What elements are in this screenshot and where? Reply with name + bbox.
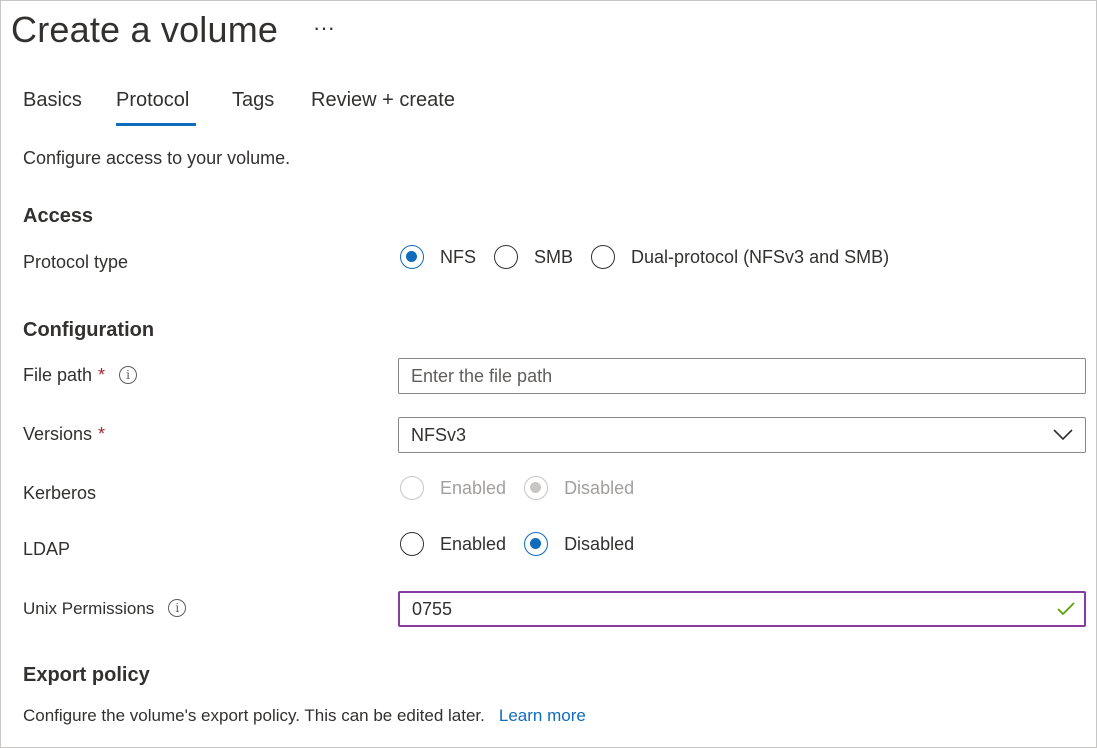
ldap-disabled-radio[interactable]	[524, 532, 549, 556]
create-volume-panel: Create a volume ··· Basics Protocol Tags…	[0, 0, 1097, 748]
tab-tags[interactable]: Tags	[232, 89, 274, 112]
kerberos-label: Kerberos	[23, 483, 97, 503]
file-path-placeholder: Enter the file path	[411, 366, 553, 386]
more-options-button[interactable]: ···	[313, 15, 335, 41]
kerberos-disabled-radio	[524, 476, 549, 500]
page-title: Create a volume	[11, 9, 279, 50]
versions-label-row: Versions *	[23, 424, 105, 445]
file-path-label: File path	[23, 365, 93, 385]
versions-value: NFSv3	[411, 425, 467, 445]
versions-label: Versions	[23, 424, 93, 444]
protocol-nfs-radio[interactable]	[400, 245, 424, 269]
configuration-heading: Configuration	[23, 319, 155, 341]
tab-protocol[interactable]: Protocol	[116, 89, 189, 112]
file-path-input[interactable]: Enter the file path	[398, 358, 1086, 394]
export-policy-description: Configure the volume's export policy. Th…	[23, 706, 485, 725]
ldap-disabled-label: Disabled	[564, 533, 635, 554]
kerberos-enabled-option: Enabled	[400, 476, 506, 500]
tab-basics[interactable]: Basics	[23, 89, 82, 112]
versions-select[interactable]: NFSv3	[398, 417, 1086, 453]
protocol-type-label: Protocol type	[23, 252, 129, 272]
protocol-smb-label: SMB	[534, 246, 574, 267]
required-mark: *	[98, 424, 106, 444]
ldap-label: LDAP	[23, 539, 71, 559]
protocol-nfs-option[interactable]: NFS	[400, 245, 476, 269]
protocol-smb-option[interactable]: SMB	[494, 245, 573, 269]
intro-text: Configure access to your volume.	[23, 148, 291, 168]
access-heading: Access	[23, 205, 94, 227]
unix-permissions-label: Unix Permissions	[23, 599, 155, 618]
kerberos-enabled-radio	[400, 476, 424, 500]
protocol-dual-label: Dual-protocol (NFSv3 and SMB)	[631, 246, 890, 267]
kerberos-disabled-option: Disabled	[524, 476, 634, 500]
ldap-radio-group: Enabled Disabled	[400, 532, 652, 556]
ldap-disabled-option[interactable]: Disabled	[524, 532, 634, 556]
checkmark-icon	[1057, 602, 1075, 616]
ldap-enabled-label: Enabled	[440, 533, 507, 554]
protocol-smb-radio[interactable]	[494, 245, 518, 269]
file-path-label-row: File path * i	[23, 365, 138, 386]
info-icon[interactable]: i	[168, 599, 187, 617]
export-policy-text-row: Configure the volume's export policy. Th…	[23, 706, 586, 726]
protocol-type-radio-group: NFS SMB Dual-protocol (NFSv3 and SMB)	[400, 245, 907, 269]
kerberos-disabled-label: Disabled	[564, 477, 635, 498]
kerberos-enabled-label: Enabled	[440, 477, 507, 498]
export-policy-heading: Export policy	[23, 664, 150, 686]
unix-permissions-label-row: Unix Permissions i	[23, 599, 187, 619]
unix-permissions-value: 0755	[412, 599, 453, 619]
protocol-dual-radio[interactable]	[591, 245, 616, 269]
learn-more-link[interactable]: Learn more	[499, 706, 586, 725]
protocol-nfs-label: NFS	[440, 246, 476, 267]
info-icon[interactable]: i	[119, 366, 138, 384]
unix-permissions-input[interactable]: 0755	[398, 591, 1086, 627]
protocol-dual-option[interactable]: Dual-protocol (NFSv3 and SMB)	[591, 245, 889, 269]
kerberos-radio-group: Enabled Disabled	[400, 476, 652, 500]
ldap-enabled-option[interactable]: Enabled	[400, 532, 506, 556]
active-tab-indicator	[116, 123, 196, 126]
ldap-enabled-radio[interactable]	[400, 532, 424, 556]
chevron-down-icon	[1053, 429, 1073, 441]
required-mark: *	[98, 365, 106, 385]
tab-review-create[interactable]: Review + create	[311, 89, 455, 112]
